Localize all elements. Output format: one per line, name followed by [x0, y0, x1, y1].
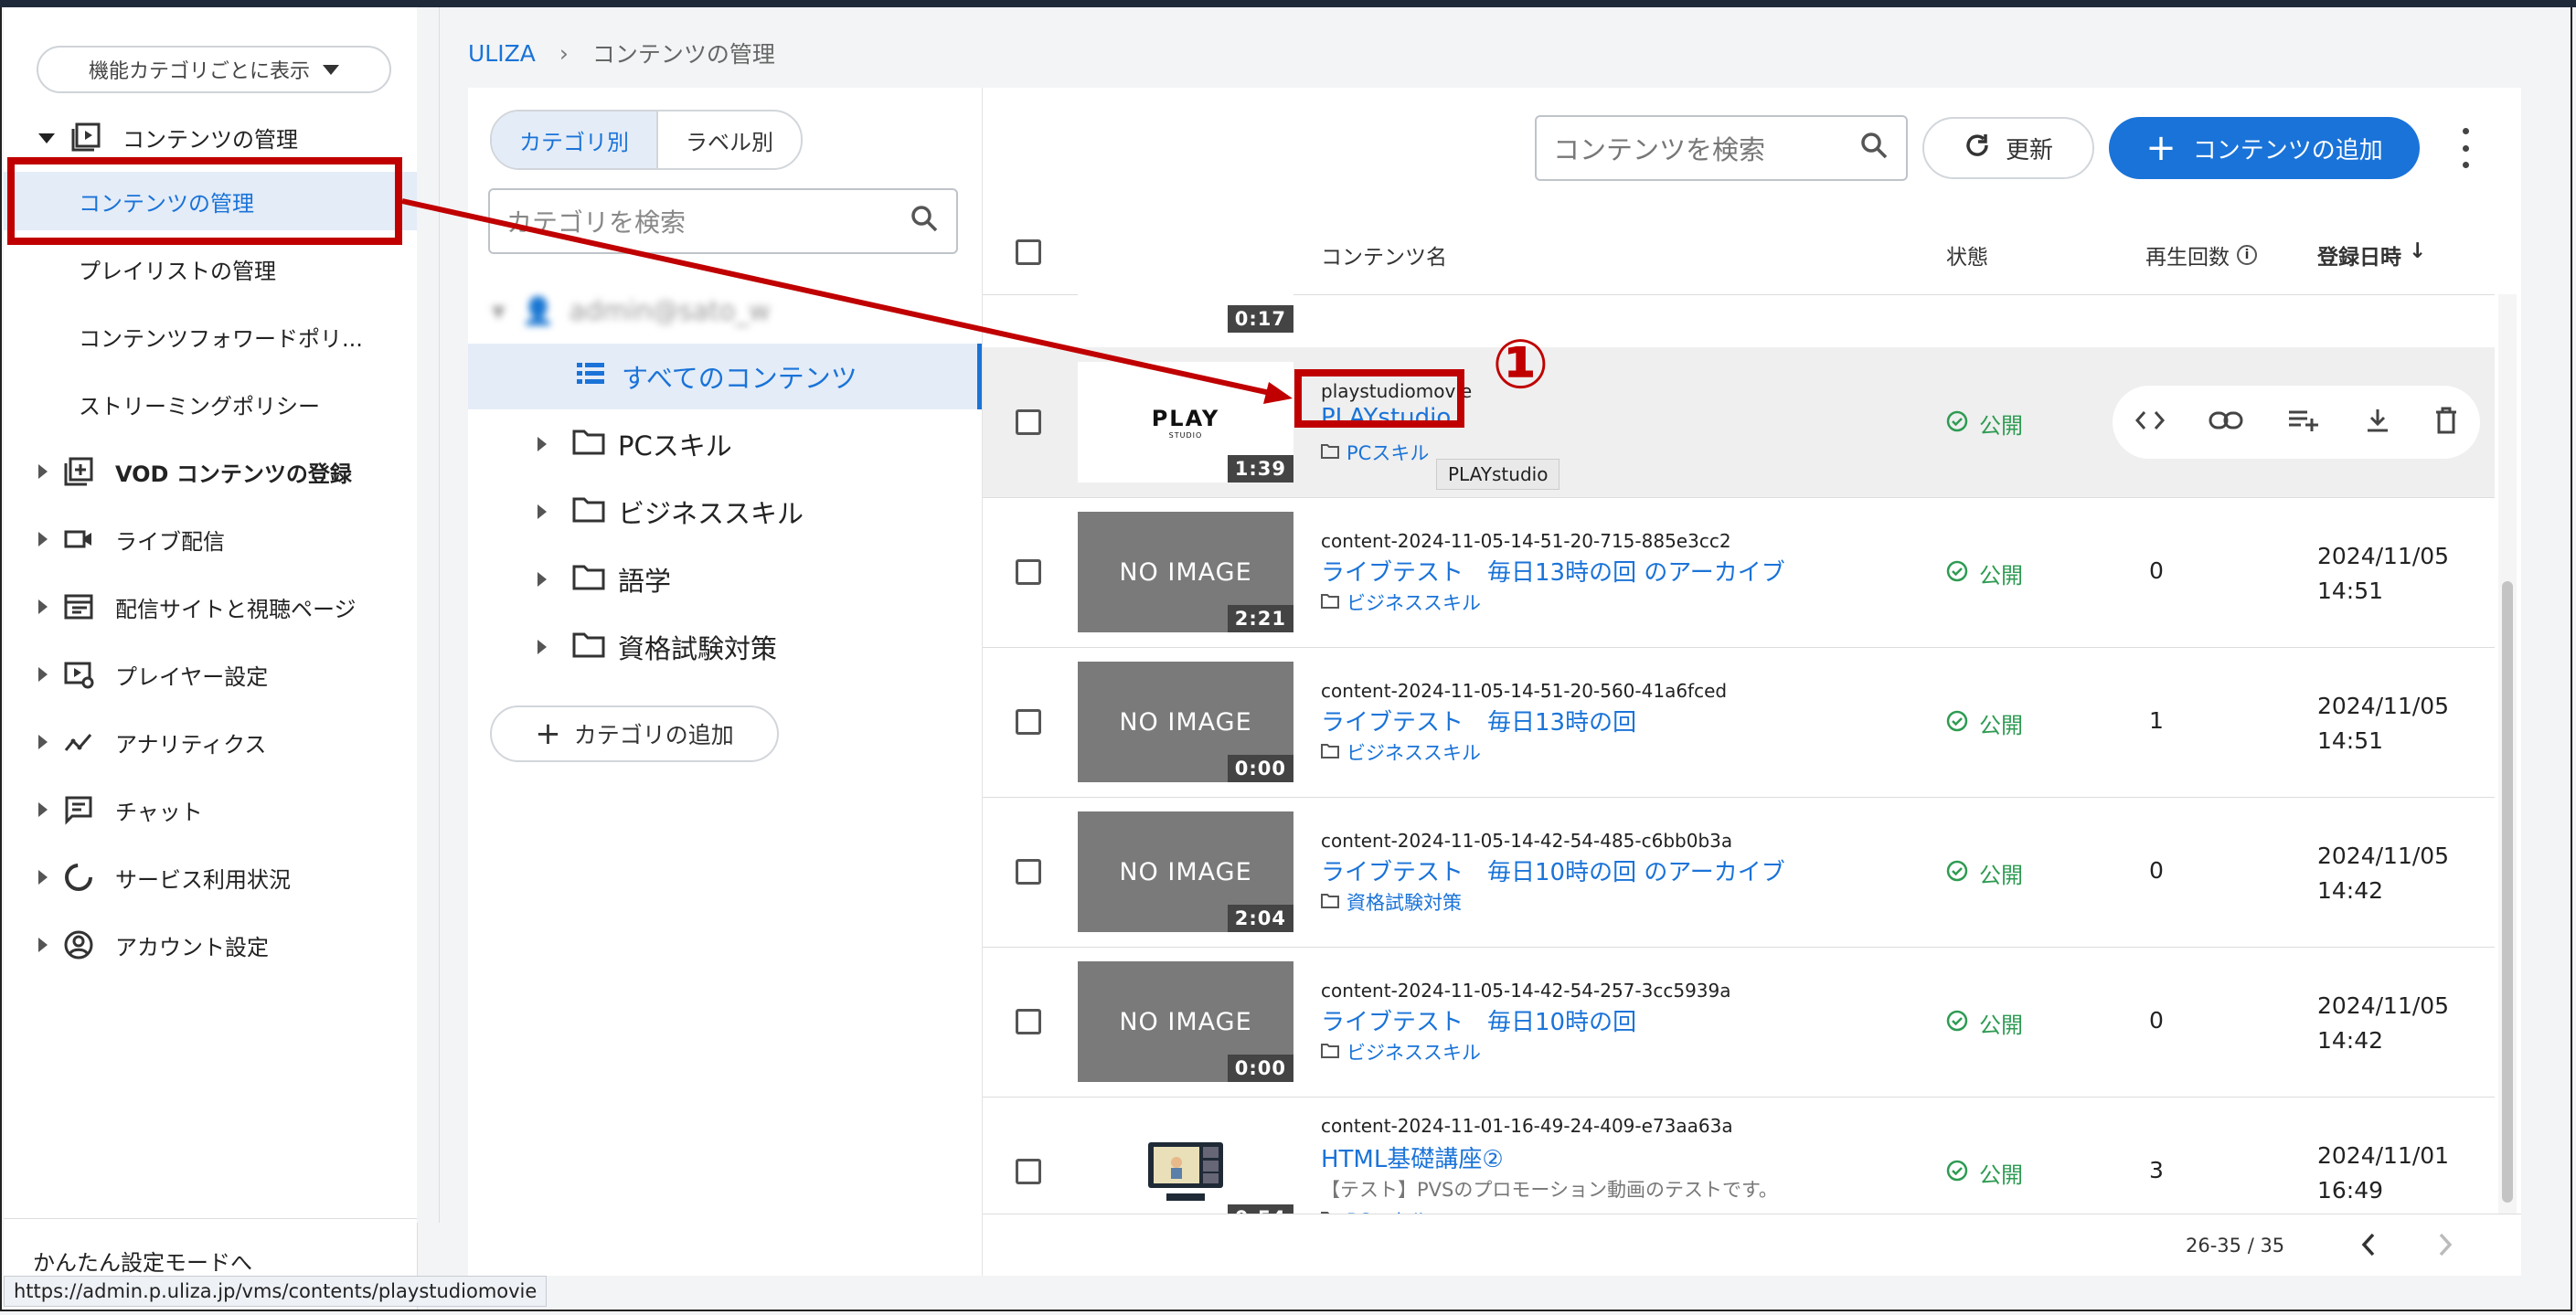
status-bar-url: https://admin.p.uliza.jp/vms/contents/pl… — [4, 1276, 548, 1307]
annotation-box-title — [1294, 369, 1464, 428]
annotation-box-sidebar — [7, 157, 402, 245]
annotation-step-number: ① — [1492, 325, 1549, 404]
